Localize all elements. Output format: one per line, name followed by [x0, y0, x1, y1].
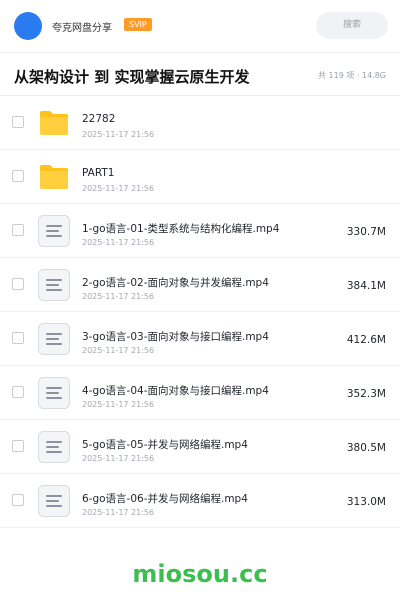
- folder-row[interactable]: 22782 2025-11-17 21:56: [0, 96, 400, 150]
- file-size: 380.5M: [346, 442, 386, 454]
- file-list: 22782 2025-11-17 21:56 PART1 2025-11-17 21:…: [0, 96, 400, 528]
- folder-row[interactable]: PART1 2025-11-17 21:56: [0, 150, 400, 204]
- file-name[interactable]: PART1: [82, 167, 114, 179]
- app-name: 夸克网盘分享: [52, 23, 112, 34]
- file-name[interactable]: 1-go语言-01-类型系统与结构化编程.mp4: [82, 221, 279, 236]
- row-checkbox[interactable]: [12, 116, 24, 128]
- file-name[interactable]: 5-go语言-05-并发与网络编程.mp4: [82, 437, 248, 452]
- share-meta: 共 119 项 · 14.8G: [318, 71, 386, 80]
- file-size: 330.7M: [346, 226, 386, 238]
- header: 夸克网盘分享 SVIP 搜索: [0, 0, 400, 52]
- file-size: 412.6M: [346, 334, 386, 346]
- file-name[interactable]: 2-go语言-02-面向对象与并发编程.mp4: [82, 275, 269, 290]
- row-checkbox[interactable]: [12, 224, 24, 236]
- file-date: 2025-11-17 21:56: [82, 346, 155, 355]
- row-checkbox[interactable]: [12, 440, 24, 452]
- file-name[interactable]: 4-go语言-04-面向对象与接口编程.mp4: [82, 383, 269, 398]
- video-file-icon: [38, 431, 70, 463]
- file-row[interactable]: 2-go语言-02-面向对象与并发编程.mp4 2025-11-17 21:56 3…: [0, 258, 400, 312]
- row-checkbox[interactable]: [12, 170, 24, 182]
- folder-icon: [38, 107, 70, 139]
- header-divider: [0, 52, 400, 53]
- file-name[interactable]: 3-go语言-03-面向对象与接口编程.mp4: [82, 329, 269, 344]
- video-file-icon: [38, 323, 70, 355]
- row-checkbox[interactable]: [12, 278, 24, 290]
- video-file-icon: [38, 215, 70, 247]
- file-date: 2025-11-17 21:56: [82, 184, 155, 193]
- file-row[interactable]: 6-go语言-06-并发与网络编程.mp4 2025-11-17 21:56 313…: [0, 474, 400, 528]
- file-row[interactable]: 1-go语言-01-类型系统与结构化编程.mp4 2025-11-17 21:56…: [0, 204, 400, 258]
- file-name[interactable]: 22782: [82, 113, 115, 125]
- row-checkbox[interactable]: [12, 332, 24, 344]
- file-date: 2025-11-17 21:56: [82, 292, 155, 301]
- file-row[interactable]: 4-go语言-04-面向对象与接口编程.mp4 2025-11-17 21:56 3…: [0, 366, 400, 420]
- file-date: 2025-11-17 21:56: [82, 508, 155, 517]
- video-file-icon: [38, 485, 70, 517]
- file-size: 352.3M: [346, 388, 386, 400]
- row-checkbox[interactable]: [12, 386, 24, 398]
- video-file-icon: [38, 269, 70, 301]
- watermark: miosou.cc: [132, 560, 268, 588]
- file-row[interactable]: 5-go语言-05-并发与网络编程.mp4 2025-11-17 21:56 380…: [0, 420, 400, 474]
- file-row[interactable]: 3-go语言-03-面向对象与接口编程.mp4 2025-11-17 21:56 4…: [0, 312, 400, 366]
- file-date: 2025-11-17 21:56: [82, 238, 155, 247]
- svip-badge: SVIP: [124, 18, 152, 31]
- file-name[interactable]: 6-go语言-06-并发与网络编程.mp4: [82, 491, 248, 506]
- file-date: 2025-11-17 21:56: [82, 130, 155, 139]
- row-checkbox[interactable]: [12, 494, 24, 506]
- video-file-icon: [38, 377, 70, 409]
- file-size: 313.0M: [346, 496, 386, 508]
- search-button[interactable]: 搜索: [316, 12, 388, 39]
- share-title: 从架构设计 到 实现掌握云原生开发: [14, 68, 250, 86]
- file-date: 2025-11-17 21:56: [82, 454, 155, 463]
- avatar[interactable]: [14, 12, 42, 40]
- folder-icon: [38, 161, 70, 193]
- file-size: 384.1M: [346, 280, 386, 292]
- file-date: 2025-11-17 21:56: [82, 400, 155, 409]
